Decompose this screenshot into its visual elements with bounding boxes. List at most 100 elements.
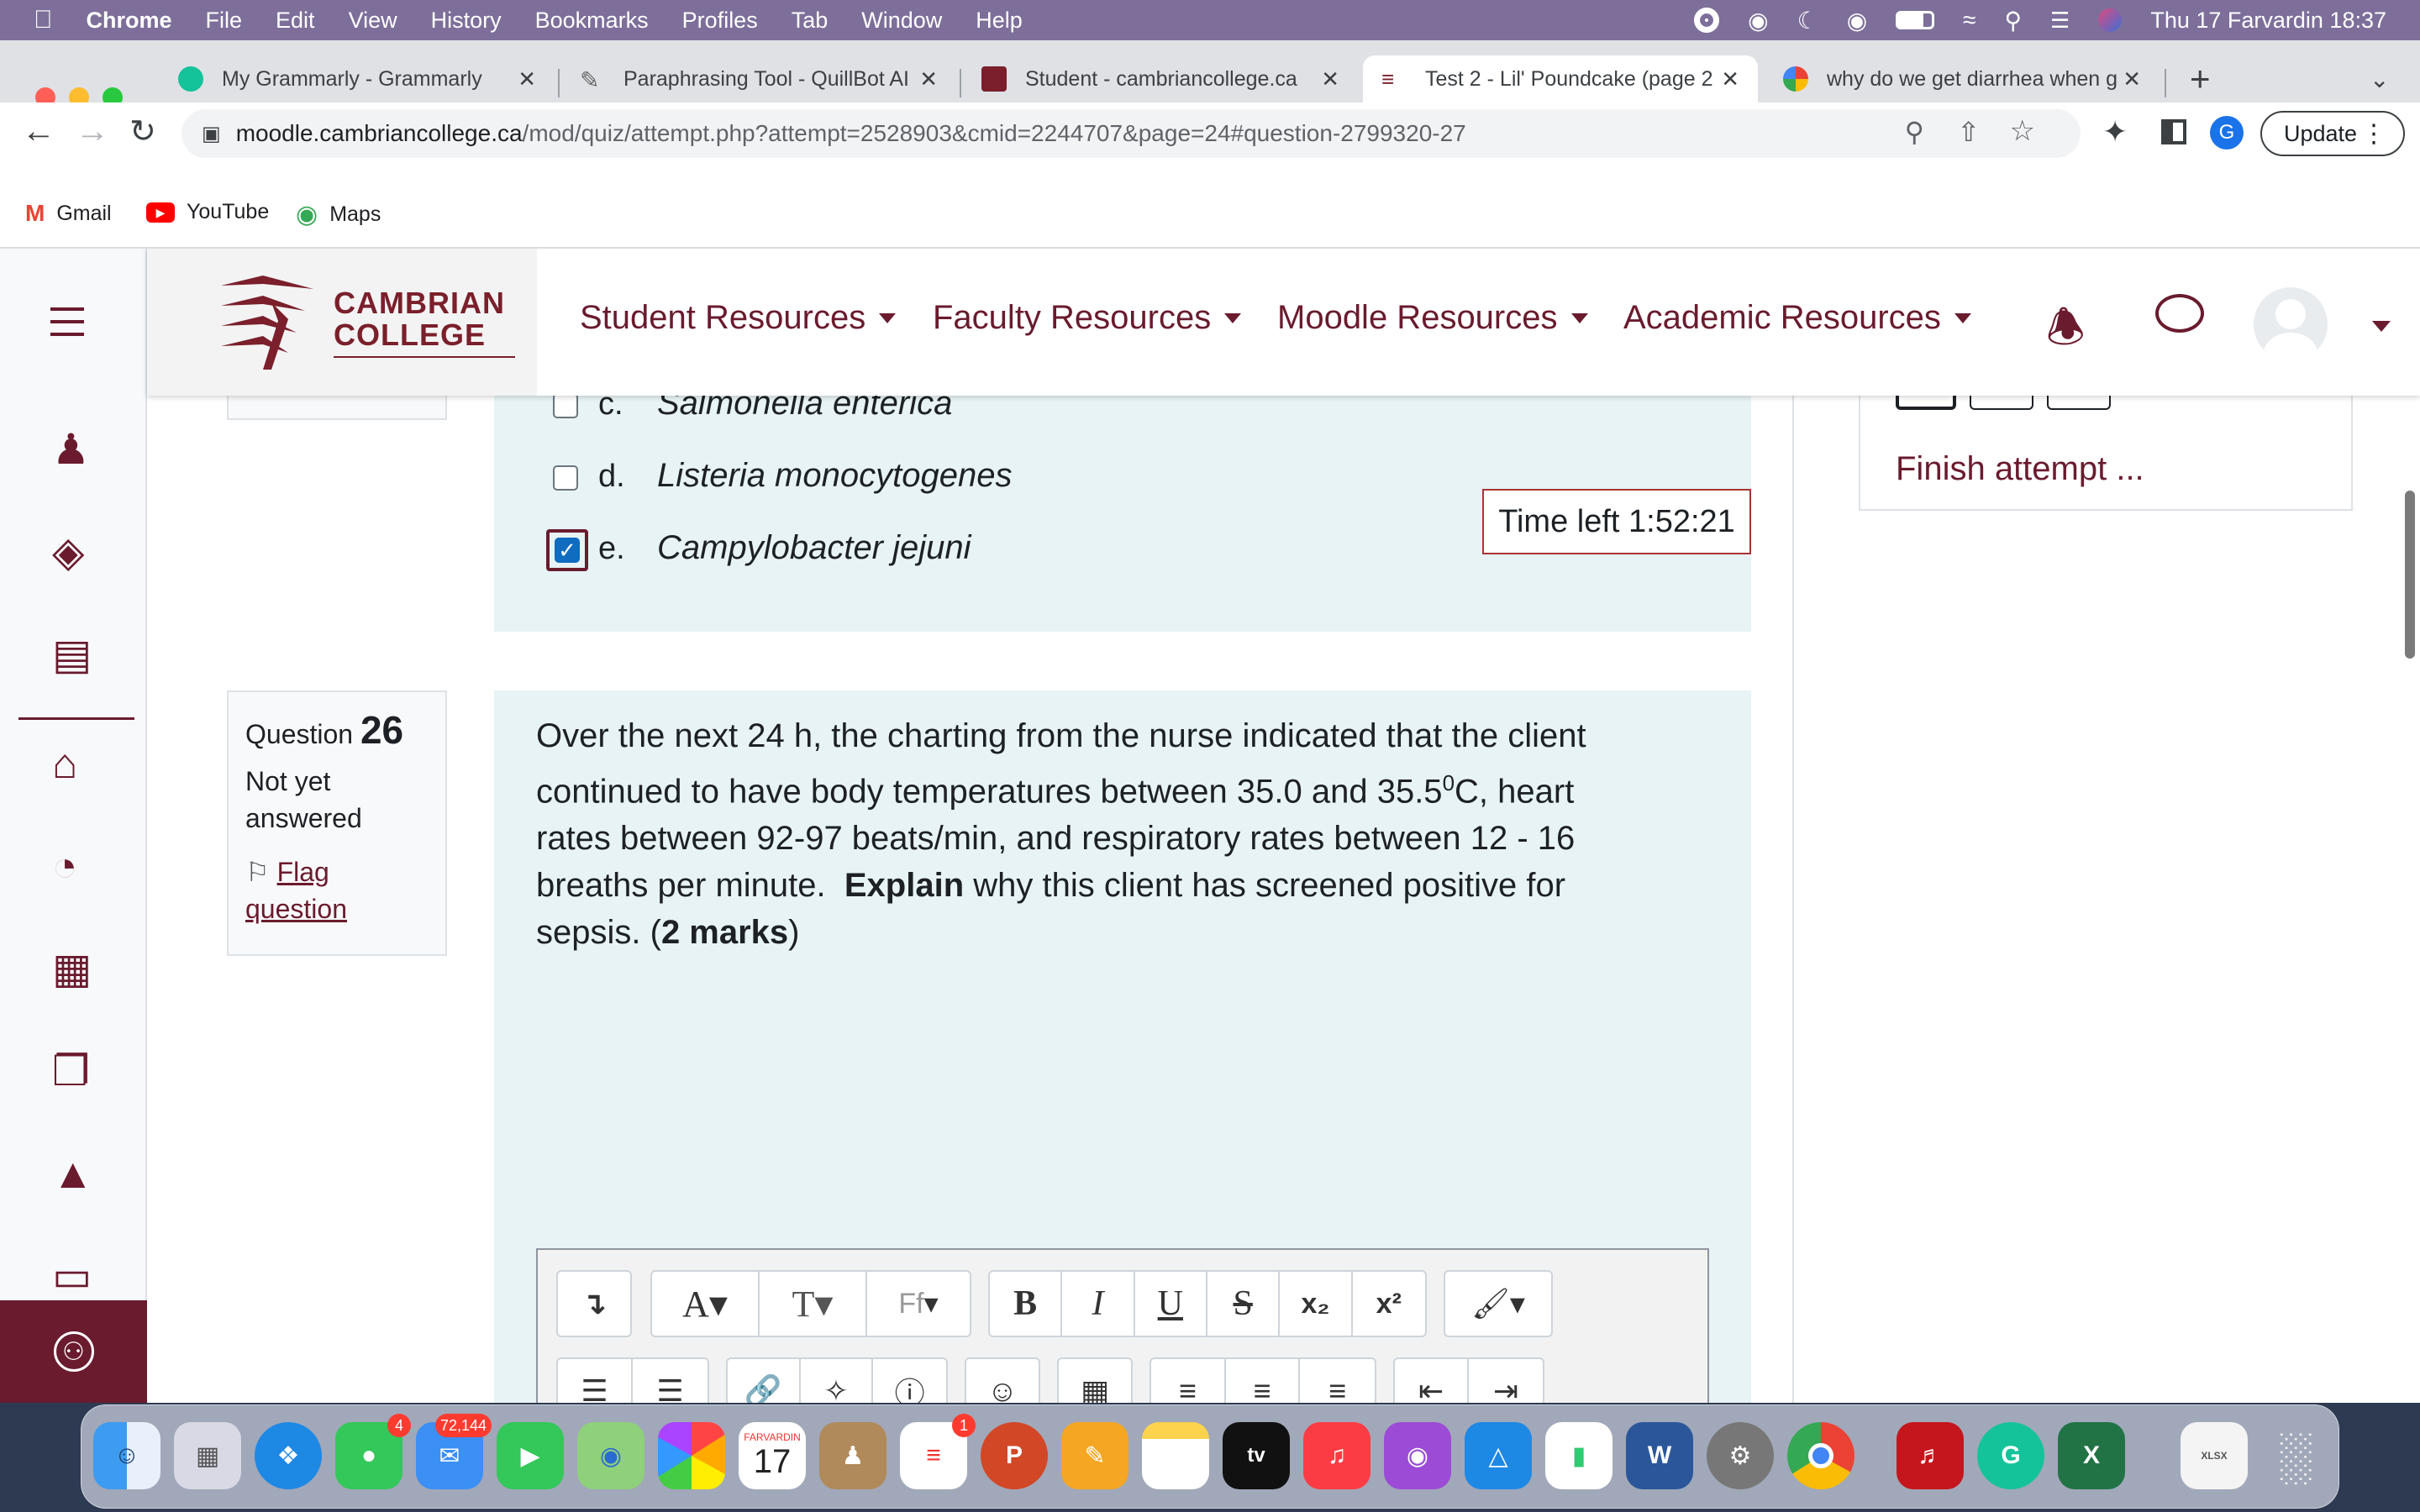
accessibility-checker-button[interactable]: ⓘ — [873, 1359, 946, 1403]
bookmark-youtube[interactable]: ▶ YouTube — [146, 200, 269, 224]
tab-search-chevron-icon[interactable]: ⌄ — [2370, 66, 2389, 93]
emoji-button[interactable]: ☺ — [966, 1359, 1039, 1403]
align-left-button[interactable]: ≡ — [1151, 1359, 1226, 1403]
document-file-icon[interactable]: XLSX — [2181, 1422, 2248, 1489]
siri-icon[interactable] — [2098, 8, 2123, 32]
grammarly-icon[interactable]: G — [1977, 1422, 2044, 1489]
pages-icon[interactable]: ✎ — [1061, 1422, 1128, 1489]
grammarly-menu-icon[interactable]: ◉ — [1847, 7, 1867, 34]
superscript-button[interactable]: x² — [1353, 1272, 1425, 1336]
subscript-button[interactable]: x₂ — [1280, 1272, 1353, 1336]
acrobat-icon[interactable]: ♬ — [1897, 1422, 1964, 1489]
italic-button[interactable]: I — [1062, 1272, 1135, 1336]
tab-quillbot[interactable]: ✎ Paraphrasing Tool - QuillBot AI ✕ — [561, 55, 956, 102]
menu-view[interactable]: View — [349, 8, 397, 34]
share-icon[interactable]: ⇧ — [1957, 116, 1980, 148]
layers-icon[interactable]: ◈ — [52, 528, 104, 580]
folder-icon[interactable]: ▭ — [52, 1252, 104, 1304]
cambrian-logo[interactable]: CAMBRIAN COLLEGE — [213, 269, 515, 375]
photos-icon[interactable] — [658, 1422, 725, 1489]
nav-faculty-resources[interactable]: Faculty Resources — [933, 299, 1242, 337]
back-arrow-icon[interactable]: ← — [22, 113, 55, 150]
unordered-list-button[interactable]: ☰ — [558, 1359, 633, 1403]
page-scrollbar-thumb[interactable] — [2405, 491, 2415, 659]
font-size-button[interactable]: T▾ — [760, 1272, 867, 1336]
tab-close-icon[interactable]: ✕ — [2123, 66, 2141, 92]
accessibility-button[interactable]: ⚇ — [0, 1300, 147, 1403]
podcasts-icon[interactable]: ◉ — [1384, 1422, 1451, 1489]
indent-button[interactable]: ⇥ — [1469, 1359, 1543, 1403]
record-icon[interactable] — [1694, 8, 1720, 33]
zoom-icon[interactable]: ⚲ — [1905, 116, 1924, 148]
reminders-icon[interactable]: ≡ 1 — [900, 1414, 976, 1489]
hamburger-menu-icon[interactable] — [50, 307, 84, 336]
menu-window[interactable]: Window — [861, 8, 942, 34]
bookmark-gmail[interactable]: M Gmail — [25, 200, 112, 227]
maps-icon[interactable]: ◉ — [577, 1422, 644, 1489]
strikethrough-button[interactable]: S — [1207, 1272, 1281, 1336]
option-d-text[interactable]: Listeria monocytogenes — [657, 457, 1012, 495]
moon-icon[interactable]: ☾ — [1797, 7, 1818, 34]
finish-attempt-link[interactable]: Finish attempt ... — [1896, 450, 2144, 488]
font-family-button[interactable]: Ff ▾ — [867, 1272, 970, 1336]
control-center-icon[interactable]: ☰ — [2050, 8, 2070, 34]
menu-edit[interactable]: Edit — [276, 8, 315, 34]
dashboard-gauge-icon[interactable]: ◔ — [52, 842, 104, 894]
nav-moodle-resources[interactable]: Moodle Resources — [1277, 299, 1588, 337]
tab-close-icon[interactable]: ✕ — [919, 66, 938, 92]
launchpad-icon[interactable]: ▦ — [174, 1422, 241, 1489]
screen-share-icon[interactable]: ◉ — [1748, 7, 1768, 34]
spotlight-search-icon[interactable]: ⚲ — [2005, 7, 2023, 34]
unlink-button[interactable]: ✧ — [801, 1359, 874, 1403]
user-menu-caret-icon[interactable] — [2372, 321, 2391, 332]
chrome-icon[interactable] — [1787, 1422, 1854, 1489]
wifi-icon[interactable]: ≈ — [1963, 7, 1975, 34]
align-center-button[interactable]: ≡ — [1226, 1359, 1301, 1403]
facetime-icon[interactable]: ▶ — [497, 1422, 564, 1489]
menubar-clock[interactable]: Thu 17 Farvardin 18:37 — [2150, 8, 2386, 34]
tab-test-quiz[interactable]: ≡ Test 2 - Lil' Poundcake (page 2 ✕ — [1363, 55, 1758, 102]
outdent-button[interactable]: ⇤ — [1395, 1359, 1469, 1403]
address-bar[interactable]: ▣ moodle.cambriancollege.ca/mod/quiz/att… — [182, 109, 2081, 158]
insert-image-button[interactable]: ▦ — [1059, 1359, 1131, 1403]
contacts-icon[interactable]: ♟ — [819, 1422, 886, 1489]
mail-icon[interactable]: ✉ 72,144 — [416, 1414, 492, 1489]
trash-icon[interactable]: ░ — [2261, 1422, 2328, 1489]
bold-button[interactable]: B — [990, 1272, 1063, 1336]
option-c-checkbox[interactable] — [553, 393, 578, 418]
tab-google-search[interactable]: why do we get diarrhea when g ✕ — [1765, 55, 2160, 102]
excel-icon[interactable]: X — [2058, 1422, 2125, 1489]
notifications-bell-icon[interactable]: 🕭 — [2046, 296, 2086, 370]
tab-grammarly[interactable]: My Grammarly - Grammarly ✕ — [160, 55, 555, 102]
menu-bookmarks[interactable]: Bookmarks — [535, 8, 649, 34]
notes-icon[interactable] — [1142, 1422, 1209, 1489]
tab-close-icon[interactable]: ✕ — [518, 66, 536, 92]
files-icon[interactable]: ❐ — [52, 1047, 104, 1099]
calendar-icon[interactable]: ▦ — [52, 944, 104, 996]
toolbar-toggle-button[interactable]: ↴ — [558, 1272, 630, 1336]
messages-icon[interactable]: ● 4 — [335, 1414, 411, 1489]
system-preferences-icon[interactable]: ⚙ — [1707, 1422, 1774, 1489]
bookmark-maps[interactable]: ◉ Maps — [296, 200, 381, 229]
word-icon[interactable]: W — [1626, 1422, 1693, 1489]
new-tab-plus-icon[interactable]: + — [2190, 59, 2211, 99]
profile-avatar[interactable]: G — [2210, 116, 2244, 150]
underline-button[interactable]: U — [1135, 1272, 1207, 1336]
menu-file[interactable]: File — [206, 8, 243, 34]
update-button[interactable]: Update ⋮ — [2260, 111, 2405, 156]
menu-help[interactable]: Help — [976, 8, 1023, 34]
numbers-icon[interactable]: ▮ — [1545, 1422, 1612, 1489]
tab-close-icon[interactable]: ✕ — [1321, 66, 1339, 92]
user-avatar[interactable] — [2254, 287, 2328, 361]
option-e-text[interactable]: Campylobacter jejuni — [657, 529, 971, 567]
option-d-checkbox[interactable] — [553, 465, 578, 491]
side-panel-icon[interactable] — [2161, 119, 2186, 144]
keynote-icon[interactable]: △ — [1465, 1422, 1532, 1489]
powerpoint-icon[interactable]: P — [981, 1422, 1048, 1489]
user-profile-icon[interactable]: ♟ — [52, 425, 104, 477]
lock-icon[interactable]: ▣ — [202, 122, 221, 146]
extensions-puzzle-icon[interactable]: ✦ — [2102, 114, 2128, 150]
menu-tab[interactable]: Tab — [792, 8, 829, 34]
menu-history[interactable]: History — [431, 8, 502, 34]
battery-icon[interactable] — [1896, 11, 1935, 29]
